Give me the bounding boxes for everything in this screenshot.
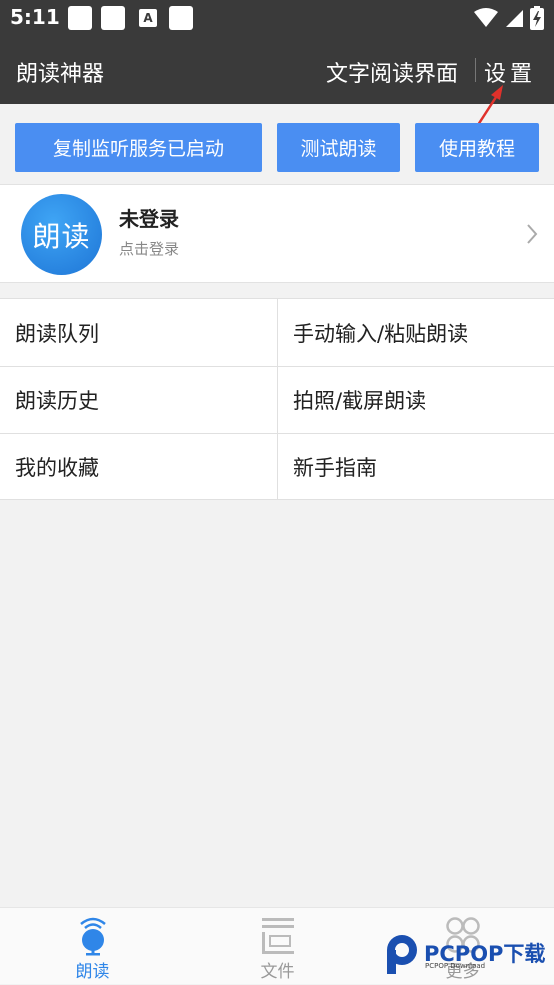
app-bar-divider <box>475 58 476 82</box>
menu-grid: 朗读队列 手动输入/粘贴朗读 朗读历史 拍照/截屏朗读 我的收藏 新手指南 <box>0 298 554 500</box>
watermark-logo-icon <box>387 935 417 974</box>
watermark-sub: PCPOP Download <box>425 962 486 970</box>
avatar: 朗读 <box>21 194 102 275</box>
watermark: PCPOP下载 PCPOP Download <box>384 934 554 982</box>
nav-label-read: 朗读 <box>75 962 110 982</box>
status-icons <box>474 6 544 30</box>
nav-label-file: 文件 <box>260 962 295 982</box>
file-icon <box>261 918 294 954</box>
notification-icon <box>101 6 125 30</box>
menu-item-read-queue[interactable]: 朗读队列 <box>0 299 277 366</box>
microphone-icon <box>79 917 106 956</box>
notification-a-icon: A <box>139 9 157 27</box>
menu-item-beginner-guide[interactable]: 新手指南 <box>277 433 554 500</box>
monitor-service-button[interactable]: 复制监听服务已启动 <box>15 123 262 172</box>
login-hint: 点击登录 <box>119 240 180 258</box>
menu-item-photo-read[interactable]: 拍照/截屏朗读 <box>277 366 554 433</box>
tutorial-button[interactable]: 使用教程 <box>415 123 539 172</box>
chevron-right-icon <box>527 224 538 244</box>
login-card[interactable]: 朗读 未登录 点击登录 <box>0 184 554 283</box>
menu-item-favorites[interactable]: 我的收藏 <box>0 433 277 500</box>
wifi-icon <box>474 8 498 27</box>
menu-item-manual-input[interactable]: 手动输入/粘贴朗读 <box>277 299 554 366</box>
login-status: 未登录 <box>119 207 179 231</box>
app-title: 朗读神器 <box>16 62 105 87</box>
text-reader-link[interactable]: 文字阅读界面 <box>326 56 458 88</box>
nav-tab-file[interactable]: 文件 <box>185 908 370 985</box>
menu-item-read-history[interactable]: 朗读历史 <box>0 366 277 433</box>
status-bar: 5:11 A <box>0 0 554 36</box>
battery-icon <box>530 6 544 30</box>
nav-tab-read[interactable]: 朗读 <box>0 908 185 985</box>
signal-icon <box>506 10 523 27</box>
notification-icon <box>169 6 193 30</box>
notification-icon <box>68 6 92 30</box>
test-read-button[interactable]: 测试朗读 <box>277 123 400 172</box>
status-time: 5:11 <box>10 5 60 29</box>
